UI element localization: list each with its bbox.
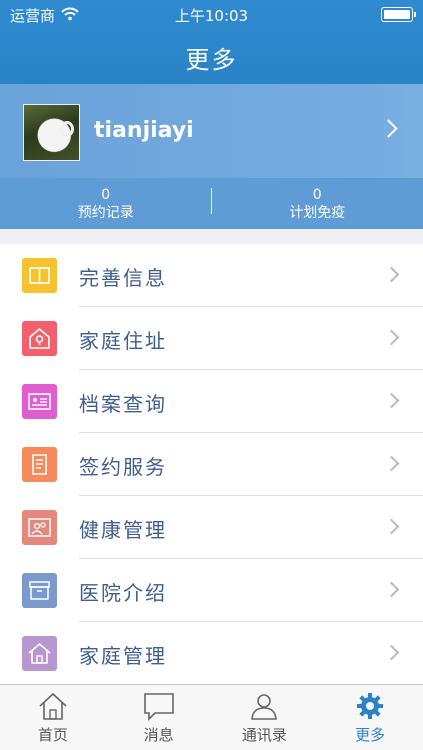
status-time: 上午10:03	[174, 7, 249, 25]
chevron-right-icon	[383, 644, 400, 661]
menu-item-label: 医院介绍	[79, 581, 167, 605]
menu-item-label: 档案查询	[79, 392, 167, 416]
menu-item-records[interactable]: 档案查询	[0, 370, 423, 433]
status-bar: 运营商 上午10:03	[0, 0, 423, 28]
tab-home[interactable]: 首页	[0, 685, 106, 750]
id-card-icon	[22, 384, 57, 419]
chevron-right-icon	[379, 119, 398, 138]
tab-messages[interactable]: 消息	[106, 685, 212, 750]
profile-row[interactable]: tianjiayi	[0, 84, 423, 178]
tab-label: 消息	[143, 726, 174, 744]
profile-stats: 0 预约记录 0 计划免疫	[0, 178, 423, 229]
menu-item-label: 健康管理	[79, 518, 167, 542]
profile-section: tianjiayi 0 预约记录 0 计划免疫	[0, 84, 423, 229]
chevron-right-icon	[383, 518, 400, 535]
stat-label: 计划免疫	[289, 205, 346, 221]
chevron-right-icon	[383, 455, 400, 472]
tab-bar: 首页 消息 通讯录 更多	[0, 684, 423, 750]
username: tianjiayi	[94, 118, 194, 143]
location-house-icon	[22, 321, 57, 356]
stat-value: 0	[312, 187, 322, 203]
tab-more[interactable]: 更多	[317, 685, 423, 750]
menu-item-home-address[interactable]: 家庭住址	[0, 307, 423, 370]
menu-item-family-management[interactable]: 家庭管理	[0, 622, 423, 685]
stat-value: 0	[101, 187, 111, 203]
tab-label: 通讯录	[241, 726, 287, 744]
scroll-icon	[22, 447, 57, 482]
gear-icon	[354, 691, 386, 721]
top-bar: 运营商 上午10:03 更多	[0, 0, 423, 84]
chevron-right-icon	[383, 329, 400, 346]
avatar	[23, 104, 80, 161]
stat-divider	[211, 188, 212, 214]
menu-item-label: 家庭管理	[79, 644, 167, 668]
chevron-right-icon	[383, 581, 400, 598]
menu-list: 完善信息 家庭住址 档案查询 签约服务 健康管理 医院介绍 家庭管理	[0, 244, 423, 684]
home-outline-icon	[37, 691, 69, 721]
tab-contacts[interactable]: 通讯录	[212, 685, 318, 750]
chevron-right-icon	[383, 392, 400, 409]
contact-person-icon	[248, 691, 280, 721]
home-icon	[22, 636, 57, 671]
archive-box-icon	[22, 573, 57, 608]
page-title: 更多	[185, 46, 238, 74]
chat-bubble-icon	[143, 691, 175, 721]
people-icon	[22, 510, 57, 545]
menu-item-label: 完善信息	[79, 266, 167, 290]
menu-item-label: 家庭住址	[79, 329, 167, 353]
menu-item-contract-service[interactable]: 签约服务	[0, 433, 423, 496]
menu-item-hospital-intro[interactable]: 医院介绍	[0, 559, 423, 622]
battery-icon	[381, 7, 416, 22]
tab-label: 更多	[355, 726, 386, 744]
tab-label: 首页	[37, 726, 68, 744]
menu-item-label: 签约服务	[79, 455, 167, 479]
menu-item-complete-info[interactable]: 完善信息	[0, 244, 423, 307]
menu-item-health-management[interactable]: 健康管理	[0, 496, 423, 559]
stat-label: 预约记录	[77, 205, 134, 221]
book-icon	[22, 258, 57, 293]
stat-appointments[interactable]: 0 预约记录	[0, 178, 212, 229]
stat-immunization[interactable]: 0 计划免疫	[212, 178, 423, 229]
chevron-right-icon	[383, 266, 400, 283]
